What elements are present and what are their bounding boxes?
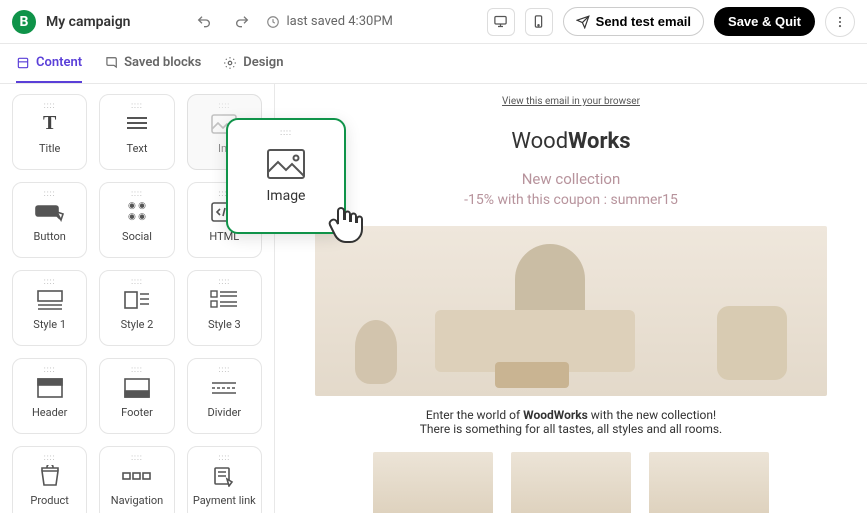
block-title[interactable]: :::: T Title [12,94,87,170]
topbar: B My campaign last saved 4:30PM Send tes… [0,0,867,44]
design-icon [223,56,237,70]
mobile-icon [531,14,546,29]
block-button[interactable]: :::: Button [12,182,87,258]
email-canvas[interactable]: View this email in your browser WoodWork… [275,84,867,513]
drag-handle-icon: :::: [131,101,143,110]
saved-icon [104,56,118,70]
tab-saved-blocks[interactable]: Saved blocks [104,44,201,83]
block-navigation[interactable]: :::: Navigation [99,446,174,513]
app-logo: B [12,10,36,34]
drag-handle-icon: :::: [218,453,230,462]
coupon-text: -15% with this coupon : summer15 [315,192,827,208]
undo-icon [196,14,212,30]
image-icon [266,148,306,180]
view-in-browser-link[interactable]: View this email in your browser [315,96,827,107]
block-payment-link[interactable]: :::: Payment link [187,446,262,513]
navigation-icon [122,470,152,482]
campaign-name: My campaign [46,14,130,30]
redo-icon [234,14,250,30]
drag-handle-icon: :::: [131,365,143,374]
block-divider[interactable]: :::: Divider [187,358,262,434]
block-style3[interactable]: :::: Style 3 [187,270,262,346]
drag-handle-icon: :::: [44,277,56,286]
desktop-icon [493,14,508,29]
block-style1[interactable]: :::: Style 1 [12,270,87,346]
content-icon [16,56,30,70]
thumbnail-row [315,452,827,513]
payment-icon [213,465,235,487]
thumbnail-image [511,452,631,513]
cursor-hand-icon [322,202,366,246]
drag-handle-icon: :::: [44,365,56,374]
drag-handle-icon: :::: [218,277,230,286]
drag-handle-icon: :::: [131,189,143,198]
thumbnail-image [649,452,769,513]
block-social[interactable]: :::: ◉ ◉◉ ◉ Social [99,182,174,258]
style1-icon [37,290,63,310]
description: Enter the world of WoodWorks with the ne… [315,408,827,436]
header-icon [37,378,63,398]
drag-handle-icon: :::: [218,101,230,110]
mobile-preview-button[interactable] [525,8,553,36]
style3-icon [210,290,238,310]
button-icon [35,202,65,222]
block-header[interactable]: :::: Header [12,358,87,434]
drag-handle-icon: :::: [218,365,230,374]
more-button[interactable] [825,7,855,37]
tab-design[interactable]: Design [223,44,283,83]
undo-button[interactable] [190,8,218,36]
hero-image [315,226,827,396]
main: :::: T Title :::: Text :::: Im :::: Butt… [0,84,867,513]
divider-icon [211,381,237,395]
desktop-preview-button[interactable] [487,8,515,36]
style2-icon [124,290,150,310]
send-test-button[interactable]: Send test email [563,7,704,36]
more-icon [833,15,847,29]
drag-handle-icon: :::: [44,453,56,462]
block-text[interactable]: :::: Text [99,94,174,170]
drag-handle-icon: :::: [44,101,56,110]
text-icon [125,115,149,133]
drag-handle-icon: :::: [131,453,143,462]
clock-icon [266,15,280,29]
block-footer[interactable]: :::: Footer [99,358,174,434]
save-quit-button[interactable]: Save & Quit [714,7,815,36]
drag-handle-icon: :::: [44,189,56,198]
block-style2[interactable]: :::: Style 2 [99,270,174,346]
collection-heading: New collection [315,170,827,188]
send-icon [576,15,590,29]
block-grid: :::: T Title :::: Text :::: Im :::: Butt… [12,94,262,513]
drag-handle-icon: :::: [280,128,292,137]
block-product[interactable]: :::: Product [12,446,87,513]
drag-handle-icon: :::: [131,277,143,286]
last-saved: last saved 4:30PM [266,14,392,29]
redo-button[interactable] [228,8,256,36]
tab-content[interactable]: Content [16,44,82,83]
dragged-block-label: Image [267,188,306,204]
dragged-block-image[interactable]: :::: Image [226,118,346,234]
thumbnail-image [373,452,493,513]
product-icon [39,465,61,487]
tabs: Content Saved blocks Design [0,44,867,84]
brand-title: WoodWorks [315,129,827,154]
footer-icon [124,378,150,398]
